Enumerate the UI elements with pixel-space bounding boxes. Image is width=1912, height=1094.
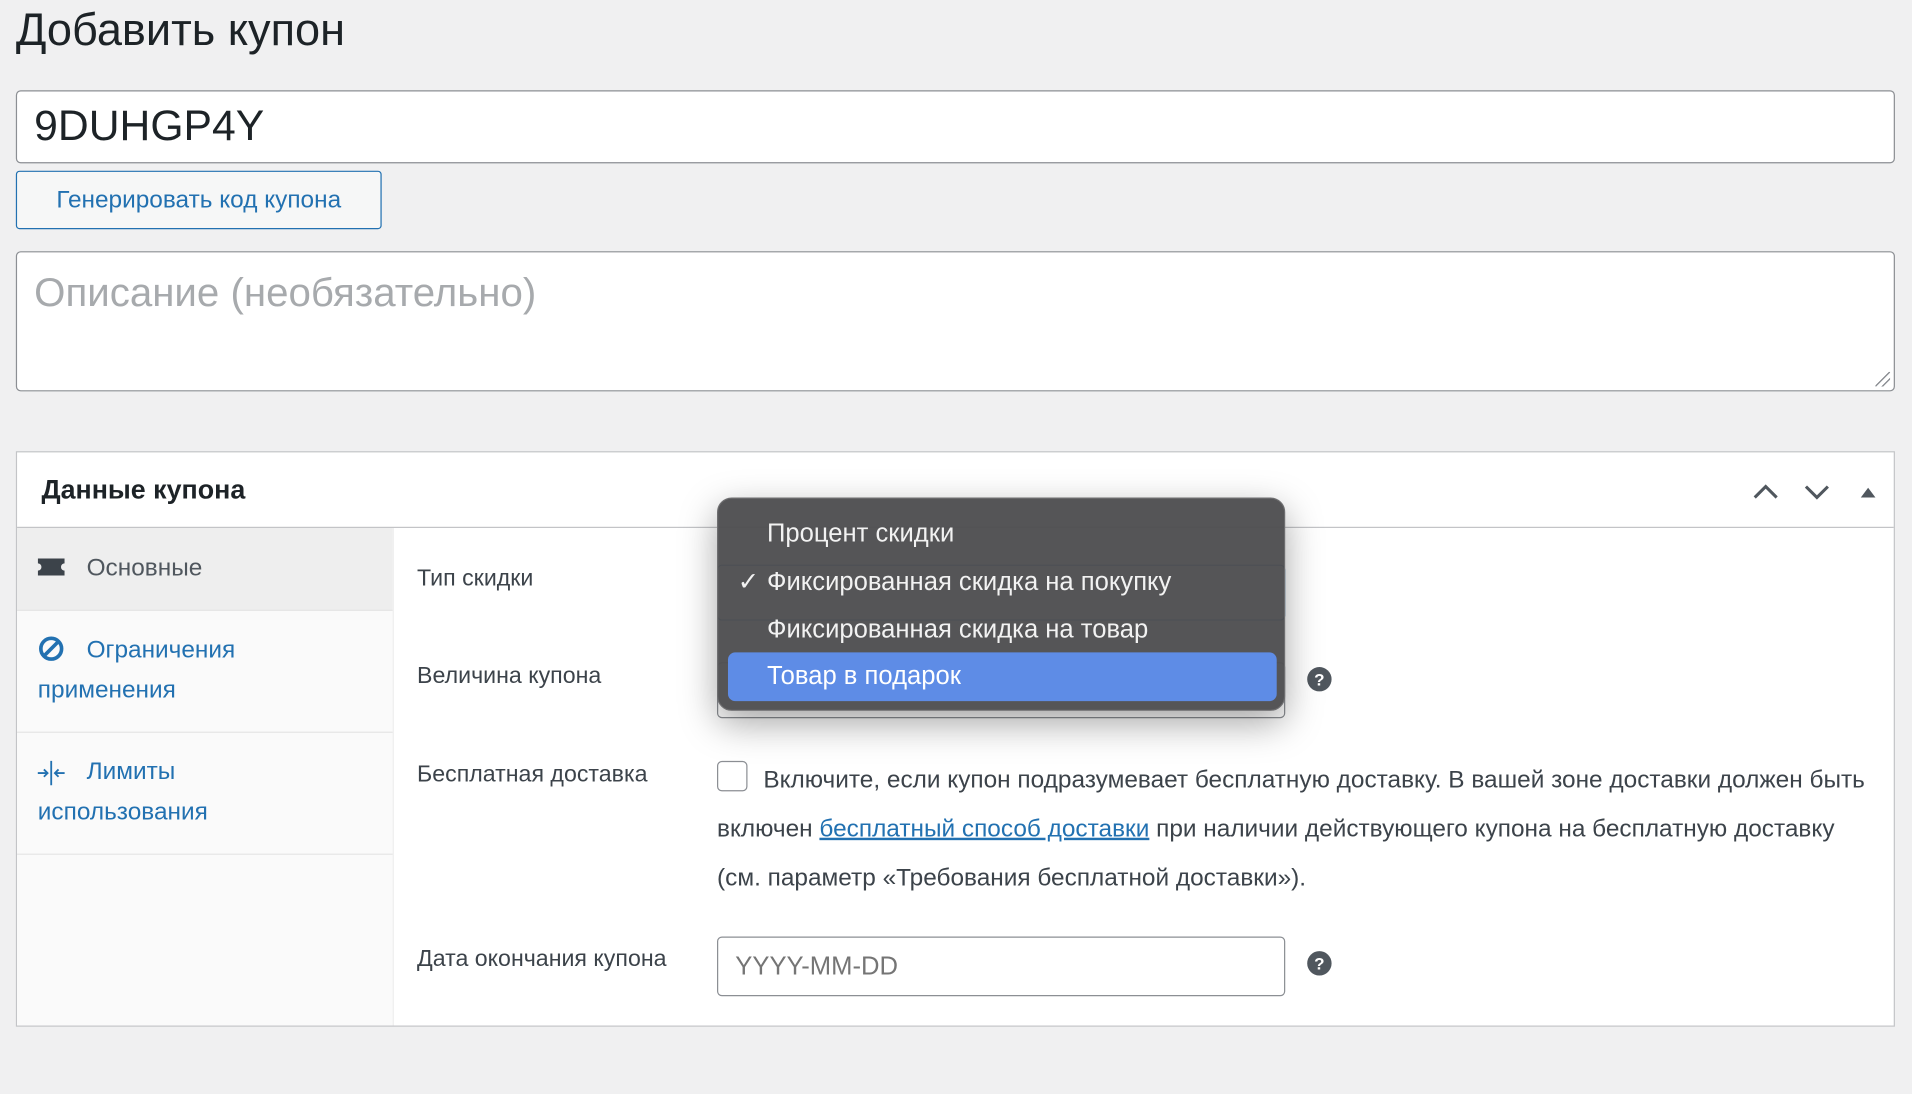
sidebar-item-label: Основные <box>86 554 203 582</box>
sidebar-item-general[interactable]: Основные <box>17 528 393 611</box>
help-icon[interactable]: ? <box>1307 951 1332 976</box>
generate-code-button[interactable]: Генерировать код купона <box>15 170 382 230</box>
sidebar-item-usage-limits[interactable]: Лимиты использования <box>17 733 393 855</box>
dropdown-option-selected[interactable]: ✓ Фиксированная скидка на покупку <box>728 558 1277 607</box>
sidebar-item-label-line1: Ограничения <box>86 636 236 664</box>
option-label: Товар в подарок <box>767 662 961 691</box>
panel-sidebar: Основные Ограничения применения Лимиты и… <box>17 528 394 1026</box>
dropdown-option[interactable]: Процент скидки <box>728 510 1277 559</box>
sidebar-item-label-line2: использования <box>37 798 208 826</box>
discount-type-dropdown: Процент скидки ✓ Фиксированная скидка на… <box>717 497 1286 711</box>
dropdown-option[interactable]: Фиксированная скидка на товар <box>728 606 1277 655</box>
chevron-down-icon[interactable] <box>1800 474 1834 508</box>
option-label: Фиксированная скидка на покупку <box>767 568 1172 597</box>
description-placeholder: Описание (необязательно) <box>34 269 537 315</box>
free-shipping-method-link[interactable]: бесплатный способ доставки <box>819 816 1149 843</box>
compress-arrows-icon <box>37 760 66 793</box>
sidebar-item-label-line2: применения <box>37 676 176 704</box>
description-textarea[interactable]: Описание (необязательно) <box>15 251 1895 392</box>
option-label: Фиксированная скидка на товар <box>767 615 1149 644</box>
coupon-code-input[interactable]: 9DUHGP4Y <box>15 90 1895 164</box>
sidebar-item-label-line1: Лимиты <box>86 758 176 786</box>
prohibited-icon <box>38 635 65 668</box>
panel-title: Данные купона <box>41 474 246 505</box>
page-title: Добавить купон <box>15 4 346 55</box>
amount-label: Величина купона <box>417 663 602 689</box>
expiry-date-label: Дата окончания купона <box>417 946 667 972</box>
expiry-date-input[interactable]: YYYY-MM-DD <box>717 936 1286 997</box>
free-shipping-description: Включите, если купон подразумевает беспл… <box>717 756 1875 902</box>
help-icon[interactable]: ? <box>1307 667 1332 692</box>
option-label: Процент скидки <box>767 519 955 548</box>
free-shipping-label: Бесплатная доставка <box>417 762 648 788</box>
resize-handle-icon[interactable] <box>1875 371 1891 387</box>
discount-type-label: Тип скидки <box>417 565 534 592</box>
chevron-up-icon[interactable] <box>1749 474 1783 508</box>
checkmark-icon: ✓ <box>737 568 760 597</box>
sidebar-item-restrictions[interactable]: Ограничения применения <box>17 611 393 733</box>
dropdown-option-highlighted[interactable]: Товар в подарок <box>727 652 1277 702</box>
triangle-up-icon[interactable] <box>1851 474 1885 508</box>
ticket-icon <box>37 556 65 584</box>
